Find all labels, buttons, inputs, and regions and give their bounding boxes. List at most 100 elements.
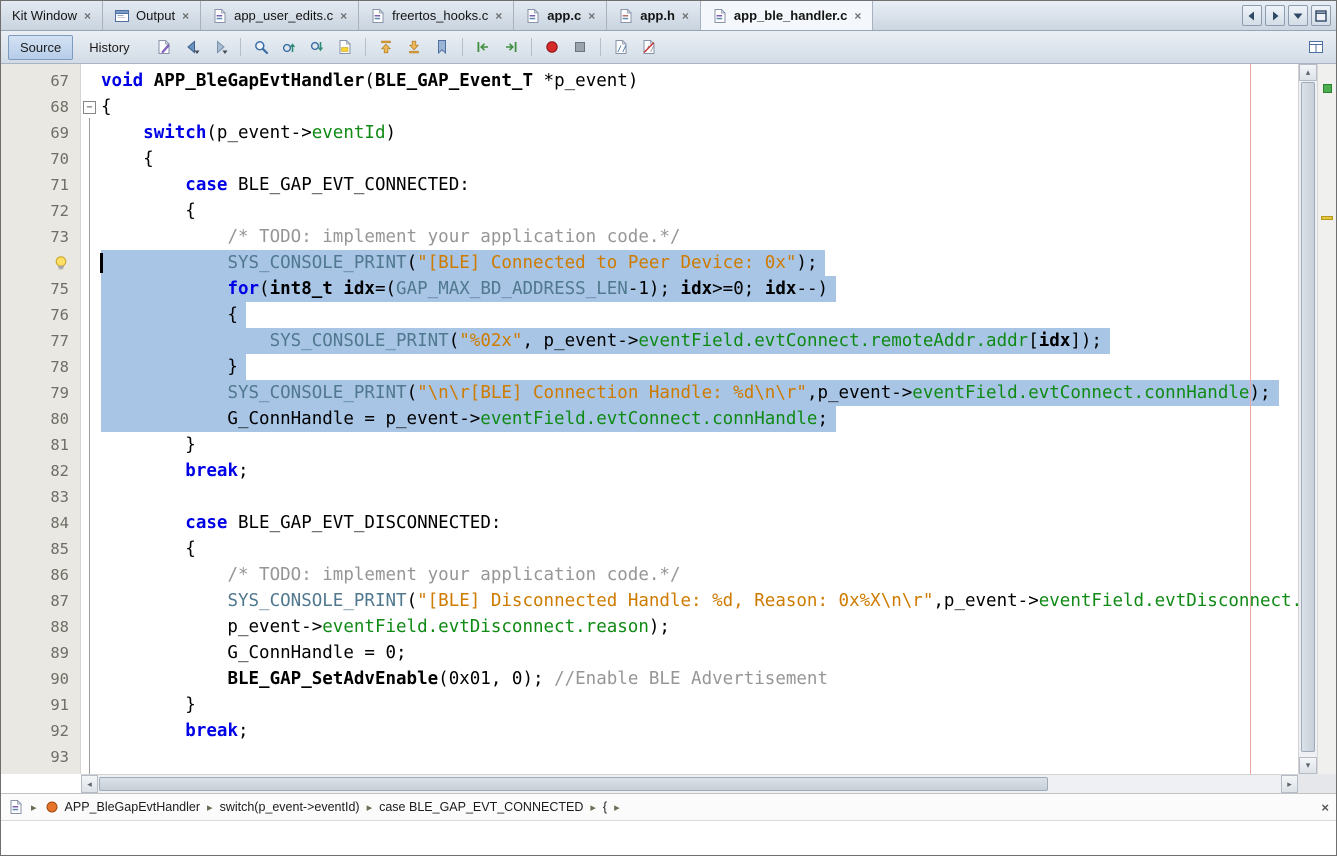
horizontal-scrollbar-thumb[interactable] bbox=[99, 777, 1048, 791]
forward-button[interactable] bbox=[207, 34, 233, 60]
code-viewport[interactable]: void APP_BleGapEvtHandler(BLE_GAP_Event_… bbox=[81, 64, 1298, 774]
tab-app-c[interactable]: app.c× bbox=[514, 1, 607, 30]
gutter-line-75[interactable]: 75 bbox=[1, 276, 80, 302]
scroll-up-button[interactable]: ▴ bbox=[1299, 64, 1317, 81]
code-line-69[interactable]: switch(p_event->eventId) bbox=[81, 120, 1298, 146]
shift-line-left-button[interactable] bbox=[470, 34, 496, 60]
gutter-line-90[interactable]: 90 bbox=[1, 666, 80, 692]
code-line-89[interactable]: G_ConnHandle = 0; bbox=[81, 640, 1298, 666]
source-view-button[interactable]: Source bbox=[8, 35, 73, 60]
code-line-91[interactable]: } bbox=[81, 692, 1298, 718]
fold-toggle[interactable]: − bbox=[83, 101, 96, 114]
tab-close-button[interactable]: × bbox=[682, 9, 689, 23]
code-line-72[interactable]: { bbox=[81, 198, 1298, 224]
tab-freertos-hooks-c[interactable]: freertos_hooks.c× bbox=[359, 1, 514, 30]
gutter-line-73[interactable]: 73 bbox=[1, 224, 80, 250]
gutter-line-81[interactable]: 81 bbox=[1, 432, 80, 458]
last-edit-location-button[interactable] bbox=[151, 34, 177, 60]
gutter-line-71[interactable]: 71 bbox=[1, 172, 80, 198]
start-macro-recording-button[interactable] bbox=[539, 34, 565, 60]
hint-stripe-mark[interactable] bbox=[1321, 216, 1333, 220]
gutter-line-85[interactable]: 85 bbox=[1, 536, 80, 562]
code-line-70[interactable]: { bbox=[81, 146, 1298, 172]
gutter-line-79[interactable]: 79 bbox=[1, 380, 80, 406]
code-line-78[interactable]: } bbox=[81, 354, 1298, 380]
code-line-77[interactable]: SYS_CONSOLE_PRINT("%02x", p_event->event… bbox=[81, 328, 1298, 354]
gutter-line-91[interactable]: 91 bbox=[1, 692, 80, 718]
scroll-right-button[interactable]: ▸ bbox=[1281, 775, 1298, 793]
breadcrumb-item[interactable]: case BLE_GAP_EVT_CONNECTED bbox=[379, 800, 583, 814]
gutter-line-67[interactable]: 67 bbox=[1, 68, 80, 94]
line-number-gutter[interactable]: 6768697071727375767778798081828384858687… bbox=[1, 64, 81, 774]
code-line-76[interactable]: { bbox=[81, 302, 1298, 328]
gutter-line-86[interactable]: 86 bbox=[1, 562, 80, 588]
split-document-button[interactable] bbox=[1303, 34, 1329, 60]
previous-bookmark-button[interactable] bbox=[373, 34, 399, 60]
code-line-81[interactable]: } bbox=[81, 432, 1298, 458]
gutter-line-69[interactable]: 69 bbox=[1, 120, 80, 146]
gutter-line-92[interactable]: 92 bbox=[1, 718, 80, 744]
tab-app-user-edits-c[interactable]: app_user_edits.c× bbox=[201, 1, 359, 30]
stop-macro-recording-button[interactable] bbox=[567, 34, 593, 60]
tab-close-button[interactable]: × bbox=[84, 9, 91, 23]
tab-kit-window[interactable]: Kit Window× bbox=[1, 1, 103, 30]
gutter-line-88[interactable]: 88 bbox=[1, 614, 80, 640]
tab-output[interactable]: Output× bbox=[103, 1, 201, 30]
code-line-86[interactable]: /* TODO: implement your application code… bbox=[81, 562, 1298, 588]
gutter-line-82[interactable]: 82 bbox=[1, 458, 80, 484]
code-line-82[interactable]: break; bbox=[81, 458, 1298, 484]
toggle-bookmark-button[interactable] bbox=[429, 34, 455, 60]
tab-close-button[interactable]: × bbox=[340, 9, 347, 23]
find-next-occurrence-button[interactable] bbox=[304, 34, 330, 60]
horizontal-scrollbar[interactable]: ◂ ▸ bbox=[81, 774, 1298, 793]
code-line-88[interactable]: p_event->eventField.evtDisconnect.reason… bbox=[81, 614, 1298, 640]
gutter-line-74[interactable] bbox=[1, 250, 80, 276]
code-line-73[interactable]: /* TODO: implement your application code… bbox=[81, 224, 1298, 250]
breadcrumb-item[interactable]: switch(p_event->eventId) bbox=[220, 800, 360, 814]
gutter-line-83[interactable]: 83 bbox=[1, 484, 80, 510]
code-line-90[interactable]: BLE_GAP_SetAdvEnable(0x01, 0); //Enable … bbox=[81, 666, 1298, 692]
code-line-67[interactable]: void APP_BleGapEvtHandler(BLE_GAP_Event_… bbox=[81, 68, 1298, 94]
code-line-68[interactable]: {− bbox=[81, 94, 1298, 120]
next-bookmark-button[interactable] bbox=[401, 34, 427, 60]
error-stripe[interactable] bbox=[1317, 64, 1336, 774]
breadcrumb-close-button[interactable]: × bbox=[1321, 800, 1329, 815]
code-line-87[interactable]: SYS_CONSOLE_PRINT("[BLE] Disconnected Ha… bbox=[81, 588, 1298, 614]
history-view-button[interactable]: History bbox=[77, 35, 141, 60]
gutter-line-84[interactable]: 84 bbox=[1, 510, 80, 536]
tab-app-ble-handler-c[interactable]: app_ble_handler.c× bbox=[701, 1, 873, 30]
tab-list-dropdown-button[interactable] bbox=[1288, 5, 1308, 26]
gutter-line-68[interactable]: 68 bbox=[1, 94, 80, 120]
gutter-line-87[interactable]: 87 bbox=[1, 588, 80, 614]
code-line-79[interactable]: SYS_CONSOLE_PRINT("\n\r[BLE] Connection … bbox=[81, 380, 1298, 406]
breadcrumb-item[interactable]: APP_BleGapEvtHandler bbox=[44, 799, 201, 815]
tab-app-h[interactable]: app.h× bbox=[607, 1, 701, 30]
gutter-line-89[interactable]: 89 bbox=[1, 640, 80, 666]
breadcrumb-item[interactable] bbox=[8, 799, 24, 815]
uncomment-button[interactable]: // bbox=[636, 34, 662, 60]
maximize-window-button[interactable] bbox=[1311, 5, 1331, 26]
code-line-93[interactable] bbox=[81, 744, 1298, 770]
code-line-74[interactable]: SYS_CONSOLE_PRINT("[BLE] Connected to Pe… bbox=[81, 250, 1298, 276]
scroll-tabs-left-button[interactable] bbox=[1242, 5, 1262, 26]
code-line-84[interactable]: case BLE_GAP_EVT_DISCONNECTED: bbox=[81, 510, 1298, 536]
find-selection-button[interactable] bbox=[248, 34, 274, 60]
code-line-83[interactable] bbox=[81, 484, 1298, 510]
code-line-75[interactable]: for(int8_t idx=(GAP_MAX_BD_ADDRESS_LEN-1… bbox=[81, 276, 1298, 302]
gutter-line-76[interactable]: 76 bbox=[1, 302, 80, 328]
gutter-line-72[interactable]: 72 bbox=[1, 198, 80, 224]
tab-close-button[interactable]: × bbox=[495, 9, 502, 23]
vertical-scrollbar-thumb[interactable] bbox=[1301, 82, 1315, 752]
gutter-line-78[interactable]: 78 bbox=[1, 354, 80, 380]
back-button[interactable] bbox=[179, 34, 205, 60]
code-line-92[interactable]: break; bbox=[81, 718, 1298, 744]
scroll-left-button[interactable]: ◂ bbox=[81, 775, 98, 793]
comment-button[interactable]: // bbox=[608, 34, 634, 60]
breadcrumb-item[interactable]: { bbox=[603, 800, 607, 814]
scroll-down-button[interactable]: ▾ bbox=[1299, 757, 1317, 774]
code-line-80[interactable]: G_ConnHandle = p_event->eventField.evtCo… bbox=[81, 406, 1298, 432]
vertical-scrollbar[interactable]: ▴ ▾ bbox=[1298, 64, 1317, 774]
gutter-line-80[interactable]: 80 bbox=[1, 406, 80, 432]
code-line-71[interactable]: case BLE_GAP_EVT_CONNECTED: bbox=[81, 172, 1298, 198]
tab-close-button[interactable]: × bbox=[588, 9, 595, 23]
